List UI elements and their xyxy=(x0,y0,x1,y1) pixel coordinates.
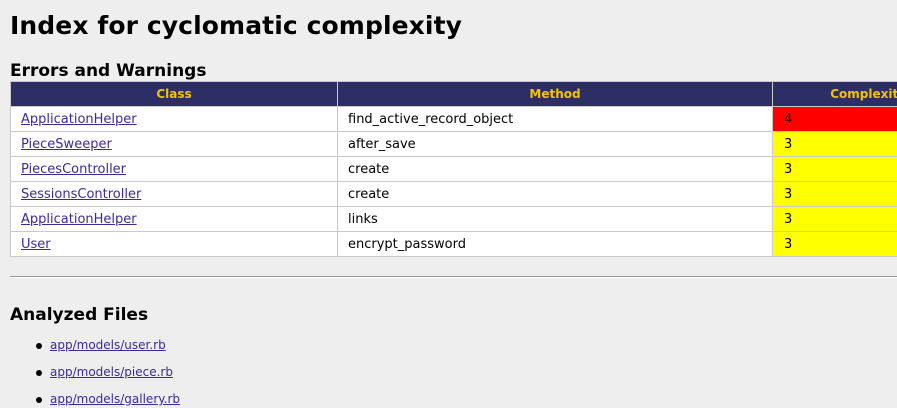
table-row: PieceSweeper after_save 3 xyxy=(10,131,897,157)
class-cell: ApplicationHelper xyxy=(10,106,338,132)
class-link[interactable]: ApplicationHelper xyxy=(21,212,137,227)
complexity-cell: 3 xyxy=(772,206,897,232)
class-link[interactable]: PiecesController xyxy=(21,162,126,177)
page-title: Index for cyclomatic complexity xyxy=(10,11,463,40)
complexity-table: Class Method Complexity ApplicationHelpe… xyxy=(10,81,897,257)
errors-section-title: Errors and Warnings xyxy=(10,61,207,81)
list-item: app/models/user.rb xyxy=(0,332,180,359)
table-row: ApplicationHelper find_active_record_obje… xyxy=(10,106,897,132)
file-link[interactable]: app/models/piece.rb xyxy=(50,365,173,379)
file-link[interactable]: app/models/user.rb xyxy=(50,338,166,352)
class-link[interactable]: SessionsController xyxy=(21,187,141,202)
class-cell: ApplicationHelper xyxy=(10,206,338,232)
complexity-cell: 3 xyxy=(772,231,897,257)
column-header-complexity: Complexity xyxy=(772,81,897,107)
class-cell: PiecesController xyxy=(10,156,338,182)
class-link[interactable]: User xyxy=(21,237,51,252)
method-cell: after_save xyxy=(337,131,773,157)
class-link[interactable]: PieceSweeper xyxy=(21,137,112,152)
column-header-method: Method xyxy=(337,81,773,107)
table-row: ApplicationHelper links 3 xyxy=(10,206,897,232)
bullet-icon xyxy=(36,370,42,376)
method-cell: create xyxy=(337,181,773,207)
list-item: app/models/gallery.rb xyxy=(0,386,180,408)
table-body: ApplicationHelper find_active_record_obje… xyxy=(10,106,897,257)
method-cell: find_active_record_object xyxy=(337,106,773,132)
list-item: app/models/piece.rb xyxy=(0,359,180,386)
class-cell: SessionsController xyxy=(10,181,338,207)
table-row: SessionsController create 3 xyxy=(10,181,897,207)
table-header-row: Class Method Complexity xyxy=(10,81,897,107)
column-header-class: Class xyxy=(10,81,338,107)
method-cell: create xyxy=(337,156,773,182)
analyzed-files-list: app/models/user.rb app/models/piece.rb app… xyxy=(0,332,180,408)
table-row: User encrypt_password 3 xyxy=(10,231,897,257)
bullet-icon xyxy=(36,397,42,403)
complexity-cell: 3 xyxy=(772,156,897,182)
class-link[interactable]: ApplicationHelper xyxy=(21,112,137,127)
complexity-cell: 3 xyxy=(772,181,897,207)
complexity-cell: 4 xyxy=(772,106,897,132)
bullet-icon xyxy=(36,343,42,349)
table-row: PiecesController create 3 xyxy=(10,156,897,182)
report-page: Index for cyclomatic complexity Errors a… xyxy=(0,0,897,408)
class-cell: PieceSweeper xyxy=(10,131,338,157)
class-cell: User xyxy=(10,231,338,257)
file-link[interactable]: app/models/gallery.rb xyxy=(50,392,180,406)
method-cell: links xyxy=(337,206,773,232)
complexity-cell: 3 xyxy=(772,131,897,157)
analyzed-files-title: Analyzed Files xyxy=(10,305,149,325)
section-divider xyxy=(10,276,897,278)
method-cell: encrypt_password xyxy=(337,231,773,257)
